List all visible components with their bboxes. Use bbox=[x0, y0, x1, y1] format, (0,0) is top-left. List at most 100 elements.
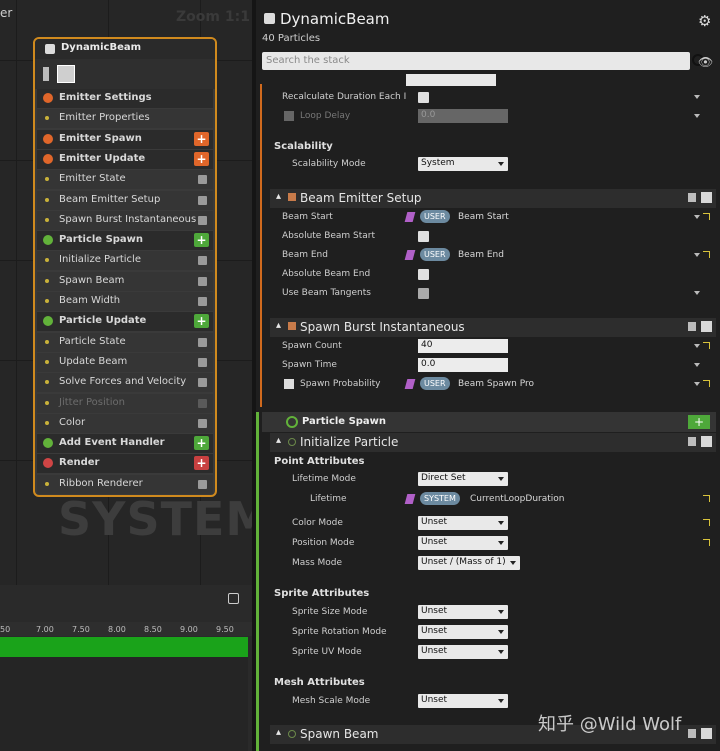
add-module-button[interactable]: + bbox=[194, 151, 209, 166]
property-checkbox[interactable] bbox=[418, 269, 429, 280]
node-row-color[interactable]: Color bbox=[37, 413, 213, 433]
spawn-time-field[interactable]: 0.0 bbox=[418, 358, 508, 372]
chevron-down-icon[interactable]: ▴ bbox=[276, 191, 281, 202]
node-row-jitter-position[interactable]: Jitter Position bbox=[37, 393, 213, 413]
property-checkbox[interactable] bbox=[284, 379, 294, 389]
emitter-node[interactable]: DynamicBeam Emitter Settings Emitter Prop… bbox=[33, 37, 217, 497]
node-row-beam-emitter-setup[interactable]: Beam Emitter Setup bbox=[37, 190, 213, 210]
section-header-particle-spawn[interactable]: Particle Spawn + bbox=[262, 412, 716, 432]
node-row-spawn-burst-instantaneous[interactable]: Spawn Burst Instantaneous bbox=[37, 210, 213, 230]
sprite-size-mode-combo[interactable]: Unset bbox=[418, 605, 508, 619]
module-header-spawn-burst[interactable]: ▴ Spawn Burst Instantaneous bbox=[270, 318, 716, 337]
add-module-button[interactable]: + bbox=[194, 436, 209, 451]
reset-arrow-icon[interactable] bbox=[703, 495, 710, 502]
module-enable-checkbox[interactable] bbox=[198, 276, 207, 286]
node-row-particle-state[interactable]: Particle State bbox=[37, 332, 213, 352]
chevron-down-icon[interactable]: ▴ bbox=[276, 435, 281, 446]
node-row-render[interactable]: Render + bbox=[37, 454, 213, 474]
position-mode-combo[interactable]: Unset bbox=[418, 536, 508, 550]
module-header-beam-emitter-setup[interactable]: ▴ Beam Emitter Setup bbox=[270, 189, 716, 208]
emitter-enable-checkbox[interactable] bbox=[45, 44, 55, 54]
reset-arrow-icon[interactable] bbox=[703, 380, 710, 387]
trash-icon[interactable] bbox=[688, 729, 696, 738]
node-row-spawn-beam[interactable]: Spawn Beam bbox=[37, 271, 213, 291]
eye-icon[interactable]: 👁 bbox=[698, 55, 713, 69]
thumbnail-icon[interactable] bbox=[57, 65, 75, 83]
module-header-initialize-particle[interactable]: ▴ Initialize Particle bbox=[270, 433, 716, 452]
module-enable-checkbox[interactable] bbox=[701, 728, 712, 739]
dropdown-arrow-icon[interactable] bbox=[694, 344, 700, 348]
module-enable-checkbox[interactable] bbox=[198, 378, 207, 388]
dropdown-arrow-icon[interactable] bbox=[694, 253, 700, 257]
stack-list[interactable]: Recalculate Duration Each I Loop Delay 0… bbox=[256, 74, 716, 751]
module-enable-checkbox[interactable] bbox=[198, 256, 207, 266]
dropdown-arrow-icon[interactable] bbox=[694, 363, 700, 367]
node-row-ribbon-renderer[interactable]: Ribbon Renderer bbox=[37, 474, 213, 494]
lifetime-mode-combo[interactable]: Direct Set bbox=[418, 472, 508, 486]
module-enable-checkbox[interactable] bbox=[198, 398, 207, 408]
module-enable-checkbox[interactable] bbox=[198, 195, 207, 205]
timeline-emitter-track[interactable] bbox=[0, 637, 248, 657]
node-row-emitter-spawn[interactable]: Emitter Spawn + bbox=[37, 129, 213, 149]
property-field[interactable]: 0.0 bbox=[418, 109, 508, 123]
gear-icon[interactable]: ⚙ bbox=[698, 12, 711, 30]
reset-arrow-icon[interactable] bbox=[703, 213, 710, 220]
node-row-emitter-settings[interactable]: Emitter Settings bbox=[37, 89, 213, 108]
module-enable-checkbox[interactable] bbox=[701, 321, 712, 332]
trash-icon[interactable] bbox=[688, 193, 696, 202]
reset-arrow-icon[interactable] bbox=[703, 342, 710, 349]
reset-arrow-icon[interactable] bbox=[703, 519, 710, 526]
search-input[interactable]: Search the stack bbox=[262, 52, 704, 70]
sprite-uv-mode-combo[interactable]: Unset bbox=[418, 645, 508, 659]
link-icon[interactable] bbox=[404, 250, 416, 260]
module-enable-checkbox[interactable] bbox=[198, 357, 207, 367]
dropdown-arrow-icon[interactable] bbox=[694, 382, 700, 386]
module-enable-checkbox[interactable] bbox=[198, 175, 207, 185]
color-mode-combo[interactable]: Unset bbox=[418, 516, 508, 530]
node-row-add-event-handler[interactable]: Add Event Handler + bbox=[37, 434, 213, 454]
module-enable-checkbox[interactable] bbox=[701, 436, 712, 447]
module-enable-checkbox[interactable] bbox=[198, 418, 207, 428]
module-enable-checkbox[interactable] bbox=[701, 192, 712, 203]
add-module-button[interactable]: + bbox=[194, 456, 209, 471]
node-row-emitter-update[interactable]: Emitter Update + bbox=[37, 149, 213, 169]
link-icon[interactable] bbox=[404, 212, 416, 222]
dropdown-arrow-icon[interactable] bbox=[694, 291, 700, 295]
dropdown-arrow-icon[interactable] bbox=[694, 215, 700, 219]
node-row-initialize-particle[interactable]: Initialize Particle bbox=[37, 251, 213, 271]
chevron-down-icon[interactable]: ▴ bbox=[276, 320, 281, 331]
trash-icon[interactable] bbox=[688, 322, 696, 331]
mass-mode-combo[interactable]: Unset / (Mass of 1) bbox=[418, 556, 520, 570]
property-checkbox[interactable] bbox=[418, 231, 429, 242]
add-module-button[interactable]: + bbox=[194, 131, 209, 146]
node-row-solve-forces-and-velocity[interactable]: Solve Forces and Velocity bbox=[37, 373, 213, 393]
link-icon[interactable] bbox=[404, 379, 416, 389]
node-row-emitter-state[interactable]: Emitter State bbox=[37, 170, 213, 190]
node-row-particle-update[interactable]: Particle Update + bbox=[37, 312, 213, 332]
timeline-panel[interactable]: 50 7.00 7.50 8.00 8.50 9.00 9.50 bbox=[0, 585, 252, 751]
property-checkbox[interactable] bbox=[418, 92, 429, 103]
lock-icon[interactable] bbox=[228, 593, 239, 604]
add-module-button[interactable]: + bbox=[194, 233, 209, 248]
dropdown-arrow-icon[interactable] bbox=[694, 114, 700, 118]
spawn-count-field[interactable]: 40 bbox=[418, 339, 508, 353]
sprite-rotation-mode-combo[interactable]: Unset bbox=[418, 625, 508, 639]
module-enable-checkbox[interactable] bbox=[198, 215, 207, 225]
add-module-button[interactable]: + bbox=[194, 314, 209, 329]
add-module-button[interactable]: + bbox=[688, 415, 710, 429]
reset-arrow-icon[interactable] bbox=[703, 251, 710, 258]
emitter-enable-checkbox[interactable] bbox=[264, 13, 275, 24]
module-enable-checkbox[interactable] bbox=[198, 479, 207, 489]
property-field[interactable] bbox=[406, 74, 496, 86]
node-row-emitter-properties[interactable]: Emitter Properties bbox=[37, 109, 213, 129]
mesh-scale-mode-combo[interactable]: Unset bbox=[418, 694, 508, 708]
property-checkbox[interactable] bbox=[418, 288, 429, 299]
scalability-mode-combo[interactable]: System bbox=[418, 157, 508, 171]
module-enable-checkbox[interactable] bbox=[198, 297, 207, 306]
module-enable-checkbox[interactable] bbox=[198, 337, 207, 347]
chevron-down-icon[interactable]: ▴ bbox=[276, 727, 281, 738]
property-checkbox[interactable] bbox=[284, 111, 294, 121]
node-header[interactable]: DynamicBeam bbox=[35, 39, 215, 59]
dropdown-arrow-icon[interactable] bbox=[694, 95, 700, 99]
node-row-particle-spawn[interactable]: Particle Spawn + bbox=[37, 231, 213, 251]
